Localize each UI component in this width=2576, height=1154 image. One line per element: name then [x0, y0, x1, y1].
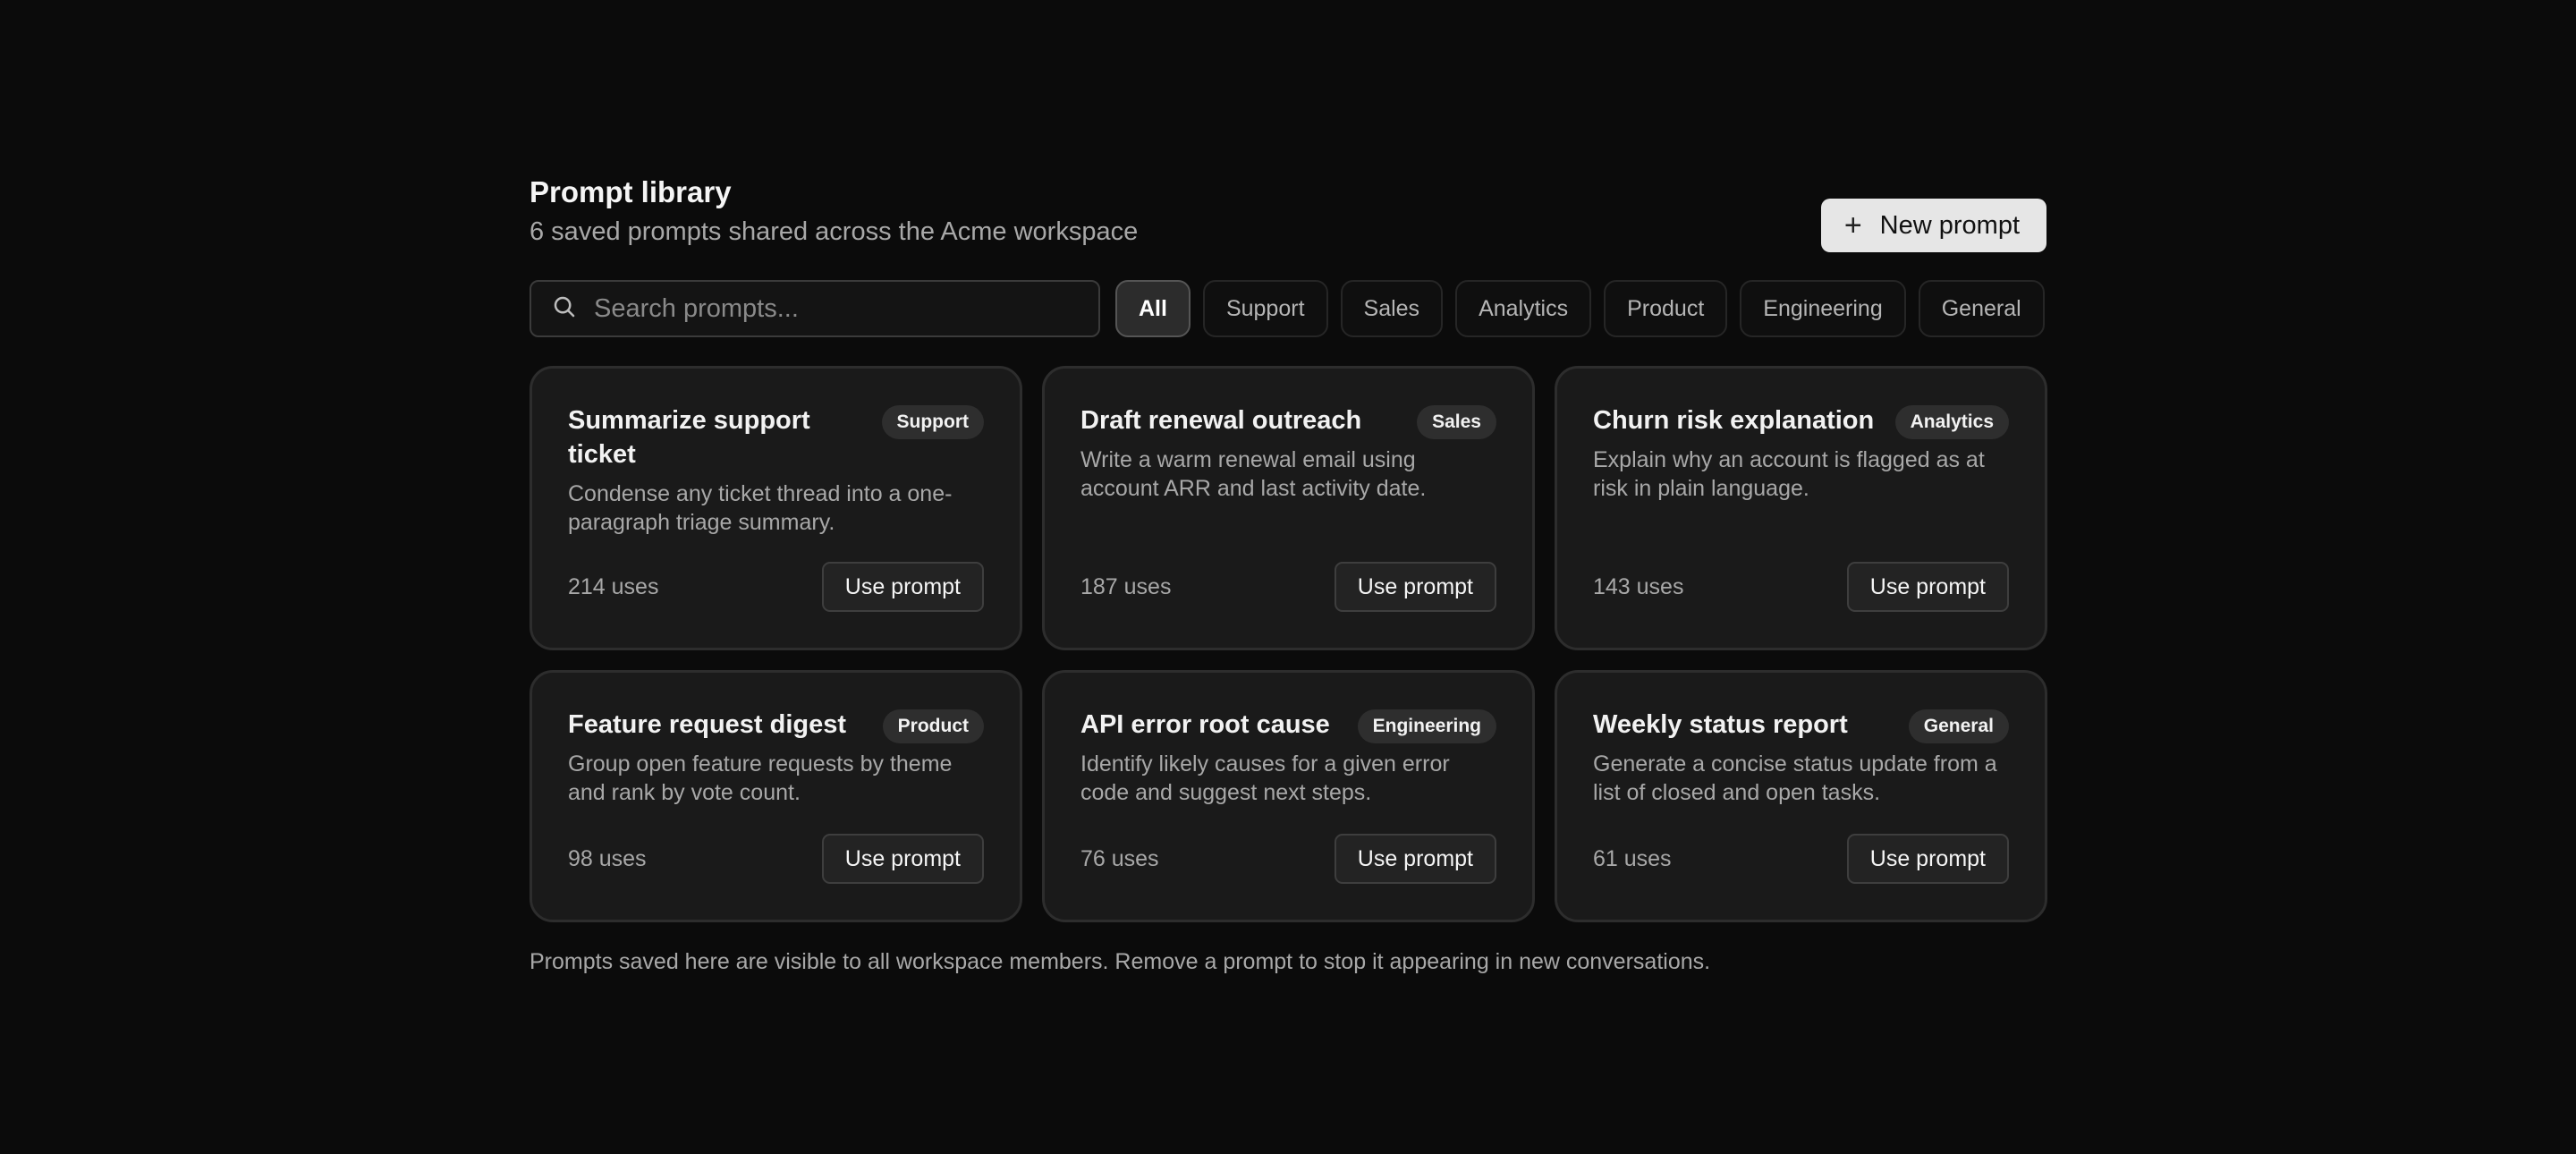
page-subtitle: 6 saved prompts shared across the Acme w… [530, 217, 1139, 246]
filter-chip-sales[interactable]: Sales [1340, 280, 1444, 337]
prompt-grid: Summarize support ticket Support Condens… [530, 366, 2047, 922]
filter-chip-analytics[interactable]: Analytics [1455, 280, 1592, 337]
prompt-card-footer: 187 uses Use prompt [1080, 562, 1496, 612]
filter-chip-support[interactable]: Support [1202, 280, 1328, 337]
prompt-card-footer: 61 uses Use prompt [1593, 834, 2009, 884]
prompt-description: Explain why an account is flagged as at … [1593, 447, 1985, 501]
prompt-library-page: Prompt library 6 saved prompts shared ac… [530, 174, 2047, 975]
prompt-card: API error root cause Engineering Identif… [1042, 670, 1535, 922]
prompt-card-footer: 76 uses Use prompt [1080, 834, 1496, 884]
prompt-card-footer: 98 uses Use prompt [568, 834, 984, 884]
usage-count: 76 uses [1080, 845, 1159, 871]
footnote: Prompts saved here are visible to all wo… [530, 949, 1711, 974]
prompt-card: Draft renewal outreach Sales Write a war… [1042, 366, 1535, 650]
category-badge: Engineering [1357, 709, 1496, 743]
new-prompt-button[interactable]: + New prompt [1820, 199, 2046, 252]
usage-count: 61 uses [1593, 845, 1672, 871]
use-prompt-button[interactable]: Use prompt [1334, 562, 1496, 612]
prompt-description: Generate a concise status update from a … [1593, 751, 1997, 805]
filter-chip-general[interactable]: General [1918, 280, 2045, 337]
filter-chip-engineering[interactable]: Engineering [1740, 280, 1906, 337]
prompt-title: Draft renewal outreach [1080, 406, 1362, 435]
usage-count: 98 uses [568, 845, 647, 871]
usage-count: 143 uses [1593, 573, 1684, 599]
prompt-title: API error root cause [1080, 710, 1330, 739]
use-prompt-button[interactable]: Use prompt [821, 834, 984, 884]
category-badge: General [1908, 709, 2009, 743]
prompt-card: Summarize support ticket Support Condens… [530, 366, 1022, 650]
prompt-description: Write a warm renewal email using account… [1080, 447, 1427, 501]
new-prompt-button-label: New prompt [1879, 210, 2020, 240]
search-icon [551, 293, 578, 325]
prompt-card-footer: 214 uses Use prompt [568, 562, 984, 612]
plus-icon: + [1843, 208, 1862, 242]
category-badge: Support [881, 405, 984, 439]
category-badge: Analytics [1894, 405, 2009, 439]
search-input[interactable] [592, 293, 1079, 325]
category-badge: Product [882, 709, 984, 743]
prompt-title: Weekly status report [1593, 710, 1848, 739]
use-prompt-button[interactable]: Use prompt [1846, 562, 2009, 612]
page-title: Prompt library [530, 175, 732, 208]
prompt-title: Summarize support ticket [568, 406, 810, 469]
category-filters: All Support Sales Analytics Product Engi… [1115, 280, 2045, 337]
prompt-card: Weekly status report General Generate a … [1555, 670, 2047, 922]
prompt-description: Condense any ticket thread into a one-pa… [568, 481, 953, 535]
prompt-description: Identify likely causes for a given error… [1080, 751, 1450, 805]
prompt-title: Churn risk explanation [1593, 406, 1875, 435]
use-prompt-button[interactable]: Use prompt [821, 562, 984, 612]
page-header: Prompt library 6 saved prompts shared ac… [530, 174, 2046, 262]
use-prompt-button[interactable]: Use prompt [1846, 834, 2009, 884]
use-prompt-button[interactable]: Use prompt [1334, 834, 1496, 884]
prompt-card: Feature request digest Product Group ope… [530, 670, 1022, 922]
search-box[interactable] [530, 280, 1100, 337]
usage-count: 214 uses [568, 573, 659, 599]
usage-count: 187 uses [1080, 573, 1172, 599]
toolbar: All Support Sales Analytics Product Engi… [530, 279, 2046, 338]
category-badge: Sales [1417, 405, 1496, 439]
prompt-description: Group open feature requests by theme and… [568, 751, 953, 805]
prompt-card-footer: 143 uses Use prompt [1593, 562, 2009, 612]
filter-chip-all[interactable]: All [1115, 280, 1191, 337]
prompt-card: Churn risk explanation Analytics Explain… [1555, 366, 2047, 650]
filter-chip-product[interactable]: Product [1604, 280, 1728, 337]
prompt-title: Feature request digest [568, 710, 847, 739]
